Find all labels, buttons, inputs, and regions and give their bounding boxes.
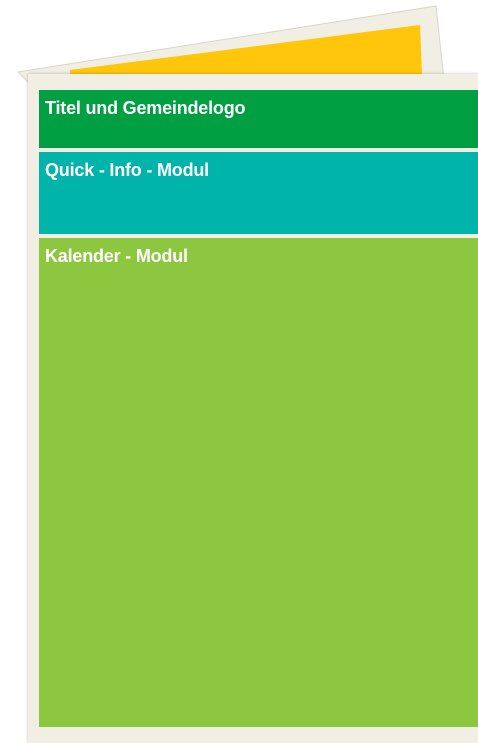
quick-info-module-label: Quick - Info - Modul [45,160,209,180]
back-page-yellow-panel [70,25,422,78]
folded-brochure-diagram: Titel und Gemeindelogo Quick - Info - Mo… [0,0,478,743]
quick-info-module: Quick - Info - Modul [39,152,478,234]
calendar-module: Kalender - Modul [39,238,478,727]
front-page: Titel und Gemeindelogo Quick - Info - Mo… [28,74,478,743]
title-logo-module: Titel und Gemeindelogo [39,90,478,148]
title-logo-module-label: Titel und Gemeindelogo [45,98,246,118]
calendar-module-label: Kalender - Modul [45,246,188,266]
